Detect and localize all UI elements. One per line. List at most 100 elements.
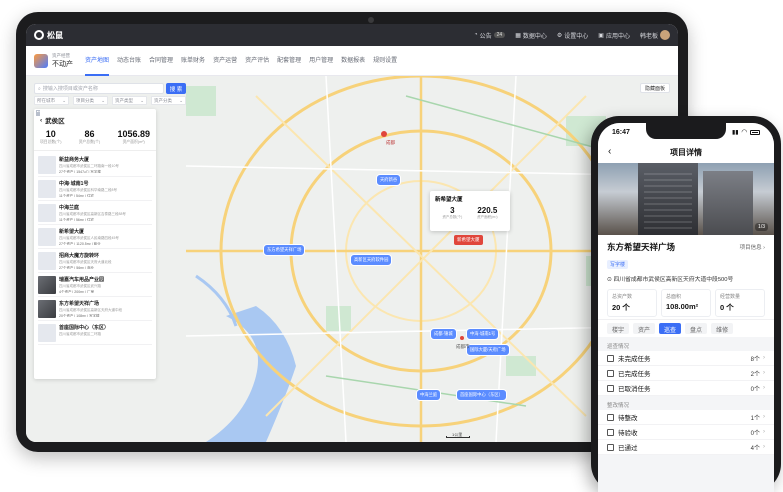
app-switcher[interactable]: 资产经营 不动产: [52, 53, 73, 69]
project-info-card: 东方希望天祥广场 项目信息 › 写字楼 ⊙ 四川省成都市武侯区高新区天府大道中段…: [598, 235, 774, 319]
map-marker-chip[interactable]: 首座国际中心（东区）: [456, 389, 507, 401]
signal-icon: ▮▮: [732, 129, 739, 136]
menu-item-evaluation[interactable]: 资产评估: [245, 45, 269, 76]
project-photo[interactable]: 1/3: [598, 163, 774, 235]
project-name: 东方希望天祥广场: [607, 242, 676, 252]
project-name: 瑞嘉汽车用品产业园: [59, 277, 105, 283]
project-metrics: 总资产数 20 个 总面积 108.00m² 经营数量 0 个: [607, 289, 765, 317]
menu-item-contract[interactable]: 合同管理: [149, 45, 173, 76]
filter-project-type-label: 项目分类: [76, 97, 94, 103]
tab-assets[interactable]: 资产: [633, 323, 656, 334]
data-center-button[interactable]: ▦ 数据中心: [515, 31, 547, 40]
tab-inventory[interactable]: 盘点: [685, 323, 708, 334]
phone-screen: 16:47 ▮▮ ◠ ‹ 项目详情 1/3 东方希望天祥广场 项目信息 › 写字…: [598, 123, 774, 492]
task-row[interactable]: 待验收 0个 ›: [598, 425, 774, 440]
menu-item-operation[interactable]: 资产运营: [213, 45, 237, 76]
check-square-icon: [607, 369, 614, 377]
phone-page-title: 项目详情: [670, 147, 702, 157]
settings-center-button[interactable]: ⚙ 设置中心: [557, 31, 588, 40]
popup-stat-value: 3: [450, 206, 455, 215]
task-row[interactable]: 待整改 1个 ›: [598, 410, 774, 425]
map-marker-chip[interactable]: 国际大厦/天府广场: [466, 344, 510, 356]
filter-asset-type[interactable]: 资产类型 ⌄: [112, 96, 147, 105]
task-name: 已取消任务: [618, 386, 651, 393]
gear-icon: ⚙: [556, 32, 563, 39]
map-marker-chip[interactable]: 中海·城南1号: [466, 328, 500, 340]
map-marker-chip[interactable]: 中海兰庭: [416, 389, 442, 401]
metric-label: 总资产数: [612, 294, 633, 300]
project-list-item[interactable]: 首座国际中心（东区） 四川省成都市武侯区二环路: [36, 110, 152, 345]
task-row[interactable]: 已取消任务 0个 ›: [598, 381, 774, 396]
project-list-item[interactable]: 中海·城南1号 四川省成都市武侯区科华南路二段8号 11个资产 | 54m² | 住…: [36, 110, 152, 201]
project-address: 四川省成都市武侯区科华南路二段8号: [59, 188, 117, 192]
project-address: 四川省成都市武侯区武兴路: [59, 284, 101, 288]
chevron-down-icon: ⌄: [62, 97, 66, 103]
menu-item-billing[interactable]: 账单财务: [181, 45, 205, 76]
map-marker-chip[interactable]: 高新区天府软件园: [350, 254, 393, 266]
task-row[interactable]: 已通过 4个 ›: [598, 440, 774, 455]
hide-panel-button[interactable]: 隐藏面板: [639, 83, 670, 93]
menu-item-users[interactable]: 用户管理: [309, 45, 333, 76]
project-list-item[interactable]: 瑞嘉汽车用品产业园 四川省成都市武侯区武兴路 4个资产 | 200m² | 厂房: [38, 273, 152, 297]
filter-asset-class[interactable]: 资产分类 ⌄: [151, 96, 186, 105]
map-canvas[interactable]: ⌕ 搜输入搜项目或资产名称 搜 索 所在城市 ⌄ 项目分类 ⌄ 资产类型 ⌄ 资产分类…: [26, 76, 678, 442]
chevron-right-icon: ›: [763, 429, 765, 435]
location-pin-icon: ⊙: [607, 277, 612, 283]
task-row[interactable]: 未完成任务 8个 ›: [598, 351, 774, 366]
user-menu[interactable]: 韩老板: [640, 30, 670, 40]
rectify-task-list: 待整改 1个 › 待验收 0个 › 已通过 4个 ›: [598, 410, 774, 455]
task-name: 待验收: [618, 430, 638, 437]
status-time: 16:47: [612, 128, 630, 136]
stat-value: 86: [84, 129, 95, 139]
section-rectify-title: 整改情况: [607, 403, 630, 409]
app-center-button[interactable]: ▣ 应用中心: [598, 31, 630, 40]
project-tags: 27个资产 | 1120.5m² | 商业: [59, 242, 101, 245]
building-shape: [703, 171, 753, 235]
notice-button[interactable]: ◔ 公告 24: [474, 31, 506, 40]
project-info-link[interactable]: 项目信息 ›: [740, 243, 765, 251]
map-marker-chip[interactable]: 天府新谷: [376, 174, 402, 186]
tab-building[interactable]: 楼宇: [607, 323, 630, 334]
back-arrow-icon[interactable]: ‹: [608, 146, 611, 157]
region-title: 武侯区: [45, 118, 65, 125]
tablet-screen: 松鼠 ◔ 公告 24 ▦ 数据中心 ⚙ 设置中心 ▣ 应用中心 韩老板 资产经营…: [26, 24, 678, 442]
menu-item-ledger[interactable]: 动态台账: [117, 45, 141, 76]
project-list-item[interactable]: 招商大魔方旋转环 四川省成都市武侯区天府大道北段 27个资产 | 56m² | 商业: [36, 110, 152, 273]
filter-city[interactable]: 所在城市 ⌄: [34, 96, 69, 105]
project-info: 瑞嘉汽车用品产业园 四川省成都市武侯区武兴路 4个资产 | 200m² | 厂房: [59, 276, 104, 293]
data-center-label: 数据中心: [522, 33, 547, 40]
menu-item-facility[interactable]: 配套管理: [277, 45, 301, 76]
document-icon: [607, 413, 614, 421]
region-panel: ‹ 武侯区 10 项目总数(个) 86 资产总数(个) 1056.89 资产面积…: [34, 109, 156, 379]
map-marker-chip[interactable]: 东方希望天祥广场: [263, 244, 306, 256]
project-thumbnail: [38, 276, 56, 294]
app-title: 不动产: [52, 60, 73, 68]
metric-total-assets: 总资产数 20 个: [607, 289, 657, 317]
task-row[interactable]: 已完成任务 2个 ›: [598, 366, 774, 381]
address-text: 四川省成都市武侯区高新区天府大道中段500号: [613, 277, 734, 283]
task-count: 2个: [750, 371, 760, 378]
apps-icon: ▣: [598, 32, 604, 39]
search-button[interactable]: 搜 索: [166, 83, 186, 94]
tab-inspection[interactable]: 巡查: [659, 323, 682, 334]
filter-asset-type-label: 资产类型: [115, 97, 133, 103]
project-list-item[interactable]: 新希望大厦 四川省成都市武侯区人民南路四段45号 27个资产 | 1120.5m² …: [36, 110, 152, 249]
popup-stat-label: 资产面积(m²): [477, 215, 498, 219]
search-input[interactable]: ⌕ 搜输入搜项目或资产名称: [34, 83, 164, 94]
menu-item-rules[interactable]: 规则设置: [373, 45, 397, 76]
filter-project-type[interactable]: 项目分类 ⌄: [73, 96, 108, 105]
region-header[interactable]: ‹ 武侯区: [34, 109, 156, 129]
project-list-item[interactable]: 新益商务大厦 四川省成都市武侯区二环路南一段10号 27个资产 | 1547㎡ | …: [36, 110, 152, 177]
building-icon: [36, 110, 56, 342]
tab-repair[interactable]: 维修: [711, 323, 734, 334]
brand[interactable]: 松鼠: [34, 30, 63, 41]
project-tags: 27个资产 | 1547㎡ | 写字楼: [59, 170, 101, 173]
project-list-item[interactable]: 中海兰庭 四川省成都市武侯区高新区吉泰路三段88号 11个资产 | 56m² | 住…: [36, 110, 152, 225]
project-info: 新希望大厦 四川省成都市武侯区人民南路四段45号 27个资产 | 1120.5m² …: [59, 228, 119, 245]
menu-item-asset-map[interactable]: 资产地图: [85, 45, 110, 76]
project-list-item[interactable]: 东方希望天祥广场 四川省成都市武侯区高新区天府大道中段 20个资产 | 108m² …: [38, 297, 152, 321]
selected-marker-tag[interactable]: 新希望大厦: [454, 235, 483, 245]
map-marker-chip[interactable]: 成都·锦城: [430, 328, 457, 340]
asset-popup[interactable]: 新希望大厦 3 资产总数(个) 220.5 资产面积(m²): [430, 191, 510, 231]
menu-item-reports[interactable]: 数据报表: [341, 45, 365, 76]
